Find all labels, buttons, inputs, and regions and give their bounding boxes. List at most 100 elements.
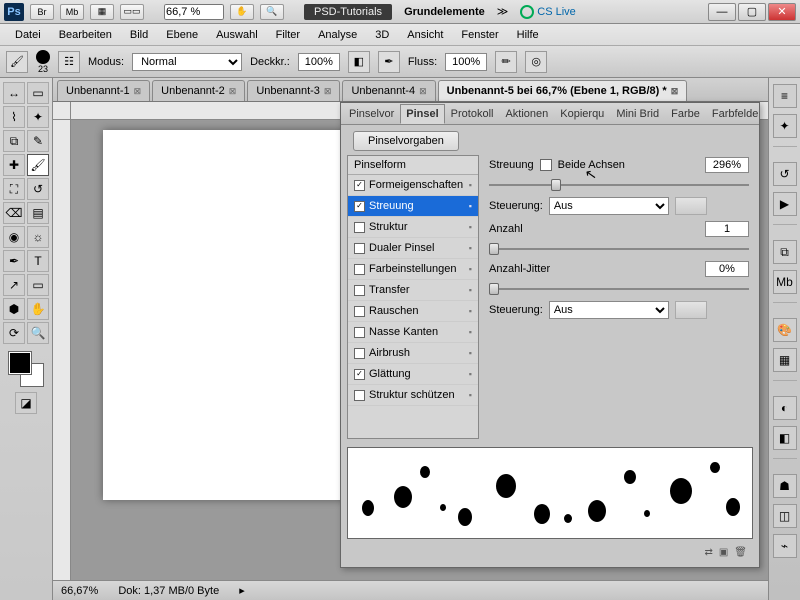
marquee-tool[interactable]: ▭ bbox=[27, 82, 49, 104]
rotate-tool[interactable]: ⟳ bbox=[3, 322, 25, 344]
steuerung2-btn[interactable] bbox=[675, 301, 707, 319]
brush-setting-item[interactable]: Struktur schützen▪ bbox=[348, 385, 478, 406]
streuung-value[interactable]: 296% bbox=[705, 157, 749, 173]
dock-masks-icon[interactable]: ◧ bbox=[773, 426, 797, 450]
close-icon[interactable]: ⊠ bbox=[229, 86, 237, 97]
close-button[interactable]: ✕ bbox=[768, 3, 796, 21]
minibridge-button[interactable]: Mb bbox=[60, 4, 84, 20]
tab-pinselvor[interactable]: Pinselvor bbox=[343, 104, 400, 124]
opacity-input[interactable] bbox=[298, 53, 340, 71]
dock-clone-icon[interactable]: ⧉ bbox=[773, 240, 797, 264]
lasso-tool[interactable]: ⌇ bbox=[3, 106, 25, 128]
brush-preview[interactable]: 23 bbox=[36, 50, 50, 74]
brush-setting-item[interactable]: ✓Formeigenschaften▪ bbox=[348, 175, 478, 196]
zoom-button[interactable]: 🔍 bbox=[260, 4, 284, 20]
menu-bearbeiten[interactable]: Bearbeiten bbox=[50, 29, 121, 41]
foreground-color[interactable] bbox=[9, 352, 31, 374]
brush-setting-item[interactable]: ✓Streuung▪ bbox=[348, 196, 478, 217]
pen-tool[interactable]: ✒ bbox=[3, 250, 25, 272]
brush-setting-item[interactable]: Farbeinstellungen▪ bbox=[348, 259, 478, 280]
checkbox-icon[interactable] bbox=[354, 390, 365, 401]
menu-analyse[interactable]: Analyse bbox=[309, 29, 366, 41]
jitter-slider[interactable] bbox=[489, 283, 749, 295]
menu-fenster[interactable]: Fenster bbox=[452, 29, 507, 41]
blur-tool[interactable]: ◉ bbox=[3, 226, 25, 248]
streuung-slider[interactable] bbox=[489, 179, 749, 191]
dock-adjust-icon[interactable]: ◐ bbox=[773, 396, 797, 420]
flow-pressure-icon[interactable]: ✏ bbox=[495, 51, 517, 73]
airbrush-icon[interactable]: ✒ bbox=[378, 51, 400, 73]
list-header[interactable]: Pinselform bbox=[348, 156, 478, 175]
menu-auswahl[interactable]: Auswahl bbox=[207, 29, 267, 41]
hand-button[interactable]: ✋ bbox=[230, 4, 254, 20]
dock-swatches-icon[interactable]: ▦ bbox=[773, 348, 797, 372]
brush-setting-item[interactable]: Dualer Pinsel▪ bbox=[348, 238, 478, 259]
doc-tab-1[interactable]: Unbenannt-1⊠ bbox=[57, 80, 150, 101]
flow-input[interactable] bbox=[445, 53, 487, 71]
more-icon[interactable]: ≫ bbox=[497, 5, 509, 18]
workspace-label[interactable]: PSD-Tutorials bbox=[304, 4, 392, 20]
preset-button[interactable]: Pinselvorgaben bbox=[353, 131, 459, 151]
dodge-tool[interactable]: ☼ bbox=[27, 226, 49, 248]
doc-tab-2[interactable]: Unbenannt-2⊠ bbox=[152, 80, 245, 101]
brush-setting-item[interactable]: Struktur▪ bbox=[348, 217, 478, 238]
doc-tab-5[interactable]: Unbenannt-5 bei 66,7% (Ebene 1, RGB/8) *… bbox=[438, 80, 688, 101]
brush-setting-item[interactable]: ✓Glättung▪ bbox=[348, 364, 478, 385]
dock-minibridge-icon[interactable]: Mb bbox=[773, 270, 797, 294]
move-tool[interactable]: ↔ bbox=[3, 82, 25, 104]
wand-tool[interactable]: ✦ bbox=[27, 106, 49, 128]
zoom-input[interactable] bbox=[164, 4, 224, 20]
checkbox-icon[interactable]: ✓ bbox=[354, 369, 365, 380]
toggle-preview-icon[interactable]: ⇄ bbox=[704, 547, 712, 558]
checkbox-icon[interactable] bbox=[354, 243, 365, 254]
beide-achsen-checkbox[interactable] bbox=[540, 159, 552, 171]
3d-tool[interactable]: ⬢ bbox=[3, 298, 25, 320]
jitter-value[interactable]: 0% bbox=[705, 261, 749, 277]
checkbox-icon[interactable] bbox=[354, 264, 365, 275]
brush-panel-toggle-icon[interactable]: ☷ bbox=[58, 51, 80, 73]
brush-setting-item[interactable]: Airbrush▪ bbox=[348, 343, 478, 364]
cslive-button[interactable]: CS Live bbox=[520, 5, 576, 19]
menu-filter[interactable]: Filter bbox=[267, 29, 309, 41]
canvas[interactable] bbox=[103, 130, 363, 500]
checkbox-icon[interactable] bbox=[354, 285, 365, 296]
tablet-pressure-icon[interactable]: ◎ bbox=[525, 51, 547, 73]
menu-datei[interactable]: Datei bbox=[6, 29, 50, 41]
menu-bild[interactable]: Bild bbox=[121, 29, 157, 41]
menu-hilfe[interactable]: Hilfe bbox=[508, 29, 548, 41]
dock-paths-icon[interactable]: ⌁ bbox=[773, 534, 797, 558]
quickmask-tool[interactable]: ◪ bbox=[15, 392, 37, 414]
checkbox-icon[interactable] bbox=[354, 222, 365, 233]
gradient-tool[interactable]: ▤ bbox=[27, 202, 49, 224]
arrange-button[interactable]: ▭▭ bbox=[120, 4, 144, 20]
stamp-tool[interactable]: ⛶ bbox=[3, 178, 25, 200]
history-brush-tool[interactable]: ↺ bbox=[27, 178, 49, 200]
eraser-tool[interactable]: ⌫ bbox=[3, 202, 25, 224]
steuerung2-select[interactable]: Aus bbox=[549, 301, 669, 319]
type-tool[interactable]: T bbox=[27, 250, 49, 272]
doc-tab-3[interactable]: Unbenannt-3⊠ bbox=[247, 80, 340, 101]
anzahl-slider[interactable] bbox=[489, 243, 749, 255]
dock-brush-icon[interactable]: ≡ bbox=[773, 84, 797, 108]
hand-tool[interactable]: ✋ bbox=[27, 298, 49, 320]
checkbox-icon[interactable] bbox=[354, 348, 365, 359]
tab-protokoll[interactable]: Protokoll bbox=[445, 104, 500, 124]
brush-setting-item[interactable]: Rauschen▪ bbox=[348, 301, 478, 322]
eyedropper-tool[interactable]: ✎ bbox=[27, 130, 49, 152]
dock-history-icon[interactable]: ↺ bbox=[773, 162, 797, 186]
path-tool[interactable]: ↗ bbox=[3, 274, 25, 296]
mode-select[interactable]: Normal bbox=[132, 53, 242, 71]
tab-minibrid[interactable]: Mini Brid bbox=[610, 104, 665, 124]
menu-3d[interactable]: 3D bbox=[366, 29, 398, 41]
steuerung1-btn[interactable] bbox=[675, 197, 707, 215]
steuerung1-select[interactable]: Aus bbox=[549, 197, 669, 215]
shape-tool[interactable]: ▭ bbox=[27, 274, 49, 296]
tool-preset-icon[interactable]: 🖌 bbox=[6, 51, 28, 73]
trash-icon[interactable]: 🗑 bbox=[734, 547, 747, 558]
close-icon[interactable]: ⊠ bbox=[419, 86, 427, 97]
heal-tool[interactable]: ✚ bbox=[3, 154, 25, 176]
view-extras-button[interactable]: ▦ bbox=[90, 4, 114, 20]
doc-tab-4[interactable]: Unbenannt-4⊠ bbox=[342, 80, 435, 101]
close-icon[interactable]: ⊠ bbox=[324, 86, 332, 97]
bridge-button[interactable]: Br bbox=[30, 4, 54, 20]
